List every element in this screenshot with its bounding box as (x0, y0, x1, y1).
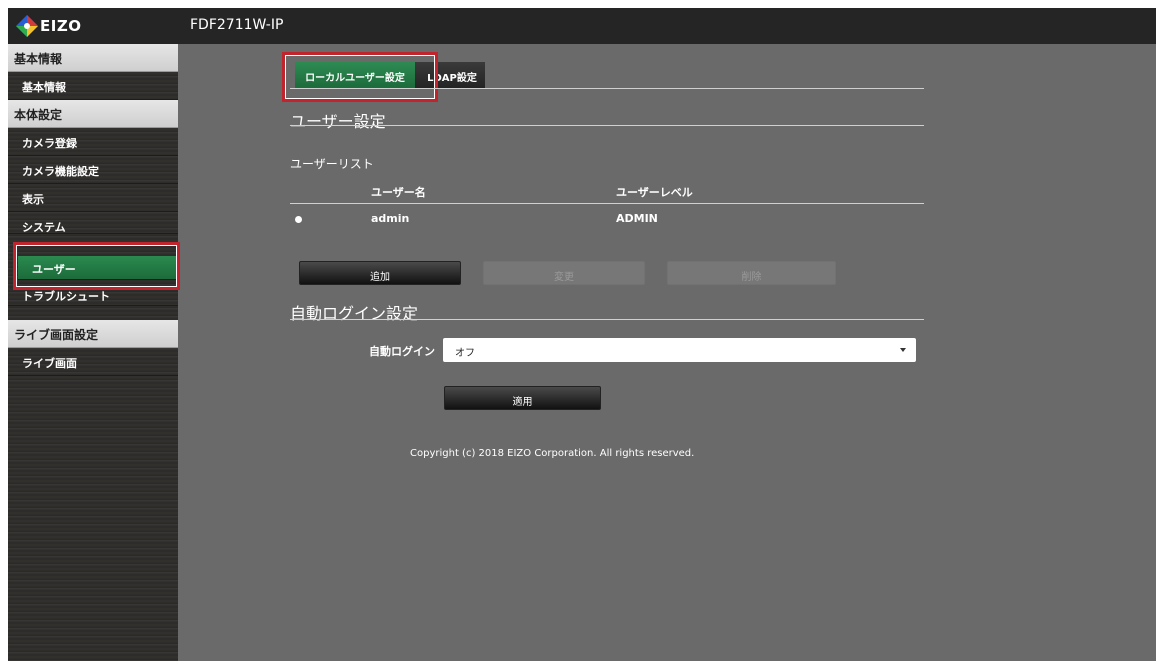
tab-divider (290, 88, 924, 89)
sidebar-item-user[interactable]: ユーザー (18, 256, 176, 280)
copyright: Copyright (c) 2018 EIZO Corporation. All… (410, 448, 695, 459)
column-header-username: ユーザー名 (371, 186, 426, 199)
app-title: FDF2711W-IP (190, 17, 284, 33)
auto-login-select[interactable]: オフ (443, 338, 916, 362)
tab-ldap-settings[interactable]: LDAP設定 (415, 62, 485, 88)
app-window: EIZO FDF2711W-IP 基本情報 基本情報 本体設定 カメラ登録 カメ… (8, 8, 1156, 661)
username-cell: admin (371, 212, 410, 225)
user-settings-title: ユーザー設定 (290, 112, 386, 131)
apply-button[interactable]: 適用 (444, 386, 601, 410)
sidebar-section-basic-info[interactable]: 基本情報 (8, 44, 178, 72)
sidebar-item-display[interactable]: 表示 (8, 184, 178, 212)
sidebar-item-system[interactable]: システム (8, 212, 178, 234)
chevron-down-icon (900, 348, 906, 352)
main-content: ローカルユーザー設定 LDAP設定 ユーザー設定 ユーザーリスト ユーザー名 ユ… (178, 44, 1156, 661)
sidebar-section-device-settings[interactable]: 本体設定 (8, 100, 178, 128)
delete-button[interactable]: 削除 (667, 261, 836, 285)
sidebar-item-live-screen[interactable]: ライブ画面 (8, 348, 178, 376)
table-header-divider (290, 203, 924, 204)
top-bar: EIZO FDF2711W-IP (8, 8, 1156, 44)
sidebar-item-troubleshoot[interactable]: トラブルシュート (8, 286, 178, 306)
user-level-cell: ADMIN (616, 212, 658, 225)
sidebar-item-camera-registration[interactable]: カメラ登録 (8, 128, 178, 156)
column-header-user-level: ユーザーレベル (616, 186, 693, 199)
auto-login-settings-title: 自動ログイン設定 (290, 304, 419, 323)
sidebar: 基本情報 基本情報 本体設定 カメラ登録 カメラ機能設定 表示 システム ユーザ… (8, 44, 180, 661)
tab-local-user-settings[interactable]: ローカルユーザー設定 (295, 62, 415, 88)
add-button[interactable]: 追加 (299, 261, 461, 285)
auto-login-value: オフ (455, 348, 475, 359)
sidebar-item-camera-function-settings[interactable]: カメラ機能設定 (8, 156, 178, 184)
logo: EIZO (16, 15, 176, 37)
user-list-title: ユーザーリスト (290, 157, 374, 171)
row-radio-button[interactable] (295, 216, 302, 223)
logo-text: EIZO (40, 17, 82, 35)
change-button[interactable]: 変更 (483, 261, 645, 285)
sidebar-item-basic-info[interactable]: 基本情報 (8, 72, 178, 100)
eizo-logo-icon (16, 15, 38, 37)
title-divider (290, 125, 924, 126)
sidebar-section-live-screen-settings[interactable]: ライブ画面設定 (8, 320, 178, 348)
auto-login-divider (290, 319, 924, 320)
auto-login-label: 自動ログイン (369, 345, 435, 358)
